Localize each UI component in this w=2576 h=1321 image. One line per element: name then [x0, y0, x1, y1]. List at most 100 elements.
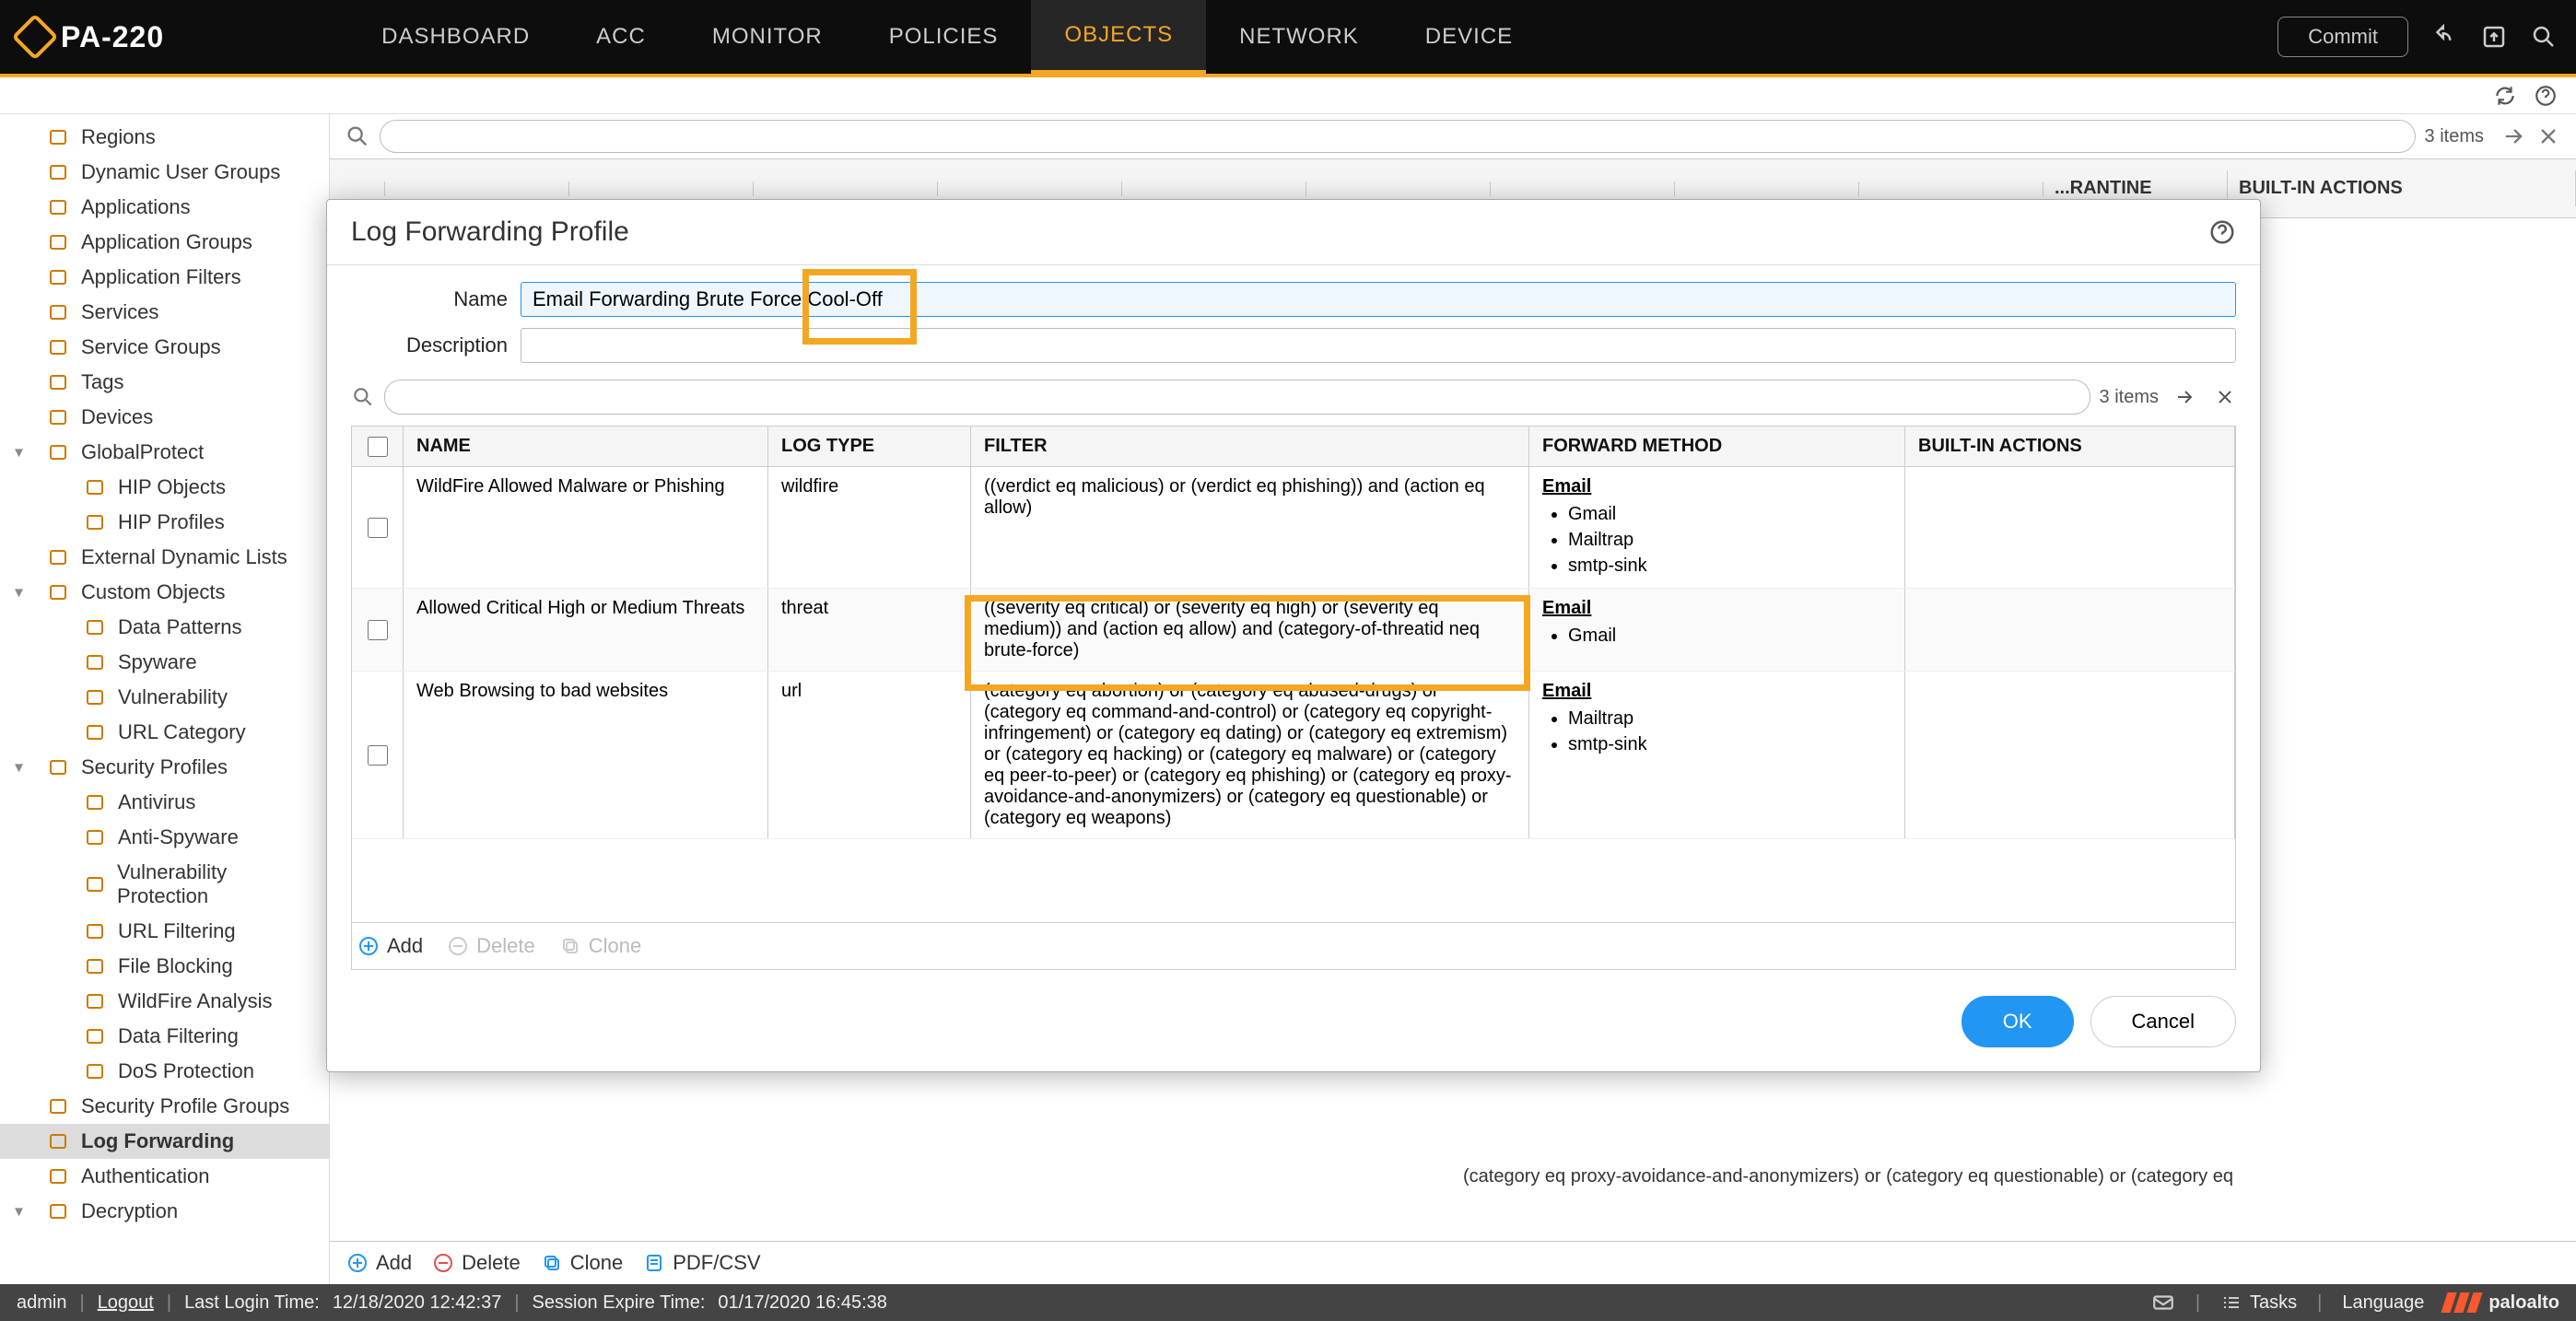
row-checkbox-cell[interactable] [352, 672, 404, 838]
close-icon[interactable] [2214, 386, 2236, 408]
sidebar-item-security-profile-groups[interactable]: Security Profile Groups [0, 1089, 329, 1124]
sidebar-item-application-filters[interactable]: Application Filters [0, 260, 329, 295]
row-checkbox-cell[interactable] [352, 589, 404, 671]
tab-objects[interactable]: OBJECTS [1031, 0, 1206, 74]
sidebar-label: URL Category [118, 720, 246, 744]
sidebar-label: Log Forwarding [81, 1129, 234, 1153]
clone-button[interactable]: Clone [541, 1251, 623, 1275]
chevron-down-icon[interactable]: ▾ [15, 1202, 23, 1222]
row-name: Web Browsing to bad websites [404, 672, 768, 838]
sidebar-item-hip-objects[interactable]: HIP Objects [0, 470, 329, 505]
sidebar-item-vulnerability-protection[interactable]: Vulnerability Protection [0, 855, 329, 914]
sidebar-item-url-category[interactable]: URL Category [0, 715, 329, 750]
sidebar-item-url-filtering[interactable]: URL Filtering [0, 914, 329, 949]
sidebar-item-application-groups[interactable]: Application Groups [0, 225, 329, 260]
table-row[interactable]: WildFire Allowed Malware or Phishingwild… [352, 467, 2235, 589]
arrow-right-icon[interactable] [2500, 123, 2526, 149]
sidebar-item-dynamic-user-groups[interactable]: Dynamic User Groups [0, 155, 329, 190]
close-icon[interactable] [2535, 123, 2561, 149]
revert-icon[interactable] [2430, 23, 2458, 51]
sidebar-item-log-forwarding[interactable]: Log Forwarding [0, 1124, 329, 1159]
sidebar-item-dos-protection[interactable]: DoS Protection [0, 1054, 329, 1089]
col-checkbox[interactable] [352, 427, 404, 466]
sidebar-item-security-profiles[interactable]: Security Profiles [0, 750, 329, 785]
paloalto-logo: paloalto [2444, 1292, 2559, 1314]
row-checkbox[interactable] [368, 745, 388, 766]
sidebar-item-custom-objects[interactable]: Custom Objects [0, 575, 329, 610]
tab-dashboard[interactable]: DASHBOARD [348, 0, 563, 74]
sidebar-item-decryption[interactable]: Decryption [0, 1194, 329, 1229]
cancel-button[interactable]: Cancel [2090, 996, 2236, 1047]
url-icon [83, 720, 107, 744]
tab-network[interactable]: NETWORK [1206, 0, 1392, 74]
tab-policies[interactable]: POLICIES [856, 0, 1032, 74]
tasks-link[interactable]: Tasks [2220, 1292, 2297, 1314]
session-expire-time: 01/17/2020 16:45:38 [718, 1292, 887, 1314]
sidebar-item-file-blocking[interactable]: File Blocking [0, 949, 329, 984]
search-icon[interactable] [351, 385, 375, 409]
export-icon[interactable] [2480, 23, 2508, 51]
chevron-down-icon[interactable]: ▾ [15, 583, 23, 602]
logout-link[interactable]: Logout [98, 1292, 154, 1314]
shield-icon [83, 919, 107, 943]
row-checkbox[interactable] [368, 518, 388, 538]
shield-icon [83, 790, 107, 814]
table-row[interactable]: Web Browsing to bad websitesurl(category… [352, 672, 2235, 839]
sidebar-item-external-dynamic-lists[interactable]: External Dynamic Lists [0, 540, 329, 575]
tab-monitor[interactable]: MONITOR [679, 0, 856, 74]
search-icon[interactable] [2530, 23, 2558, 51]
sidebar-item-devices[interactable]: Devices [0, 400, 329, 435]
commit-button[interactable]: Commit [2277, 17, 2408, 57]
sidebar-item-data-patterns[interactable]: Data Patterns [0, 610, 329, 645]
sidebar-item-service-groups[interactable]: Service Groups [0, 330, 329, 365]
sidebar-label: Custom Objects [81, 580, 226, 604]
name-input[interactable] [521, 282, 2236, 317]
sidebar-item-hip-profiles[interactable]: HIP Profiles [0, 505, 329, 540]
tab-acc[interactable]: ACC [563, 0, 679, 74]
content-search-input[interactable] [380, 120, 2416, 153]
description-input[interactable] [521, 328, 2236, 363]
sidebar-item-spyware[interactable]: Spyware [0, 645, 329, 680]
status-user: admin [17, 1292, 66, 1314]
pdfcsv-button[interactable]: PDF/CSV [643, 1251, 760, 1275]
log-forwarding-profile-dialog: Log Forwarding Profile Name Description … [326, 199, 2261, 1072]
sidebar-item-services[interactable]: Services [0, 295, 329, 330]
search-icon[interactable] [345, 123, 370, 149]
help-icon[interactable] [2534, 84, 2558, 108]
modal-search-input[interactable] [384, 380, 2090, 415]
row-checkbox[interactable] [368, 620, 388, 640]
sidebar-item-wildfire-analysis[interactable]: WildFire Analysis [0, 984, 329, 1019]
add-button[interactable]: Add [346, 1251, 412, 1275]
row-forward-method: EmailGmailMailtrapsmtp-sink [1529, 467, 1905, 588]
sidebar-item-antivirus[interactable]: Antivirus [0, 785, 329, 820]
sidebar-item-data-filtering[interactable]: Data Filtering [0, 1019, 329, 1054]
help-icon[interactable] [2208, 218, 2236, 246]
sidebar-item-regions[interactable]: Regions [0, 120, 329, 155]
select-all-checkbox[interactable] [368, 437, 388, 457]
col-name: NAME [404, 427, 768, 466]
ok-button[interactable]: OK [1961, 996, 2074, 1047]
sidebar-item-tags[interactable]: Tags [0, 365, 329, 400]
modal-add-button[interactable]: Add [357, 934, 423, 958]
chevron-down-icon[interactable]: ▾ [15, 758, 23, 777]
sidebar-label: Dynamic User Groups [81, 160, 280, 184]
chevron-down-icon[interactable]: ▾ [15, 443, 23, 462]
table-row[interactable]: Allowed Critical High or Medium Threatst… [352, 589, 2235, 672]
mail-icon[interactable] [2151, 1291, 2175, 1315]
sidebar-item-authentication[interactable]: Authentication [0, 1159, 329, 1194]
sidebar-item-applications[interactable]: Applications [0, 190, 329, 225]
delete-button[interactable]: Delete [432, 1251, 521, 1275]
language-link[interactable]: Language [2342, 1292, 2424, 1314]
fire-icon [83, 989, 107, 1013]
refresh-icon[interactable] [2493, 84, 2517, 108]
tab-device[interactable]: DEVICE [1392, 0, 1546, 74]
sidebar-item-vulnerability[interactable]: Vulnerability [0, 680, 329, 715]
sidebar-label: Decryption [81, 1199, 178, 1223]
sidebar-item-globalprotect[interactable]: GlobalProtect [0, 435, 329, 470]
row-checkbox-cell[interactable] [352, 467, 404, 588]
arrow-right-icon[interactable] [2173, 386, 2195, 408]
modal-clone-button[interactable]: Clone [559, 934, 641, 958]
sidebar-item-anti-spyware[interactable]: Anti-Spyware [0, 820, 329, 855]
modal-delete-button[interactable]: Delete [447, 934, 535, 958]
sidebar-label: Vulnerability Protection [117, 860, 316, 908]
